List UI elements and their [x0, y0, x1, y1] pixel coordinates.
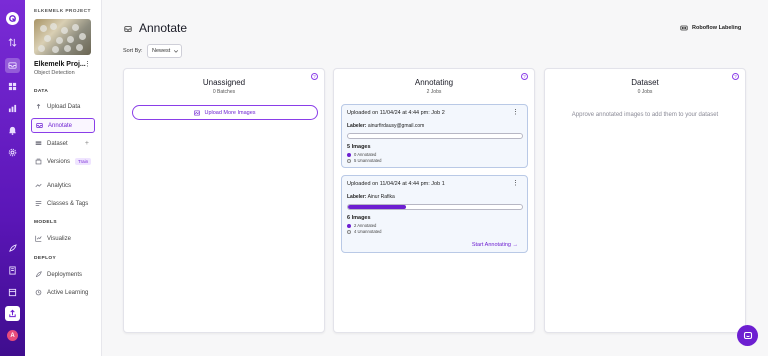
- job-menu-icon[interactable]: ⋮: [512, 179, 519, 187]
- roboflow-labeling-button[interactable]: Roboflow Labeling: [680, 24, 741, 32]
- job-progress-bar: [347, 133, 523, 139]
- add-dataset-icon[interactable]: +: [85, 140, 89, 147]
- sidebar-item-label: Active Learning: [47, 289, 89, 296]
- train-badge: Train: [75, 158, 92, 165]
- sort-label: Sort By:: [123, 48, 143, 54]
- analytics-icon: [35, 183, 42, 188]
- sidebar-item-label: Dataset: [47, 140, 68, 147]
- sidebar-item-visualize[interactable]: Visualize: [31, 231, 95, 246]
- app-rail: A: [0, 0, 25, 356]
- sidebar-item-label: Deployments: [47, 271, 83, 278]
- chart-icon[interactable]: [5, 101, 20, 116]
- sidebar-item-label: Annotate: [48, 122, 73, 129]
- annotate-title-icon: [124, 26, 132, 32]
- tags-icon: [35, 201, 42, 206]
- sidebar-item-upload-data[interactable]: Upload Data: [31, 99, 95, 114]
- settings-icon[interactable]: [5, 145, 20, 160]
- sidebar-item-label: Upload Data: [47, 103, 81, 110]
- upload-more-images-label: Upload More Images: [204, 109, 256, 116]
- section-data: DATA: [34, 89, 49, 94]
- project-thumbnail[interactable]: [34, 19, 91, 55]
- user-avatar[interactable]: A: [7, 330, 18, 341]
- section-models: MODELS: [34, 220, 57, 225]
- chat-button[interactable]: [737, 325, 758, 346]
- upload-icon: [36, 103, 41, 109]
- project-label: ELKEMELK PROJECT: [34, 9, 91, 14]
- visualize-icon: [35, 235, 42, 242]
- job-title: Uploaded on 11/04/24 at 4:44 pm: Job 1: [347, 181, 445, 187]
- annotate-icon: [36, 123, 43, 128]
- job-image-count: 6 Images: [347, 215, 371, 221]
- deployments-icon: [35, 271, 42, 278]
- project-type: Object Detection: [34, 70, 75, 76]
- versions-icon: [35, 158, 42, 165]
- image-icon: [194, 110, 201, 115]
- legend-annotated: 0 Annotated: [347, 152, 376, 157]
- active-learning-icon: [35, 289, 42, 296]
- column-annotating: ? Annotating 2 Jobs Uploaded on 11/04/24…: [333, 68, 535, 333]
- dataset-icon: [35, 141, 42, 145]
- start-annotating-link[interactable]: Start Annotating →: [472, 242, 518, 248]
- sidebar-item-annotate[interactable]: Annotate: [31, 118, 95, 133]
- sort-value: Newest: [152, 48, 171, 54]
- job-card[interactable]: Uploaded on 11/04/24 at 4:44 pm: Job 2 ⋮…: [341, 104, 528, 168]
- sidebar-item-label: Analytics: [47, 182, 72, 189]
- sidebar-item-dataset[interactable]: Dataset +: [31, 136, 95, 151]
- roboflow-logo-icon[interactable]: [6, 12, 19, 25]
- project-sidebar: ELKEMELK PROJECT Elkemelk Proj... ⋮ Obje…: [25, 0, 102, 356]
- column-subtitle: 0 Jobs: [637, 89, 653, 95]
- legend-unannotated: 5 Unannotated: [347, 158, 381, 163]
- sidebar-item-active-learning[interactable]: Active Learning: [31, 285, 95, 300]
- dataset-empty-message: Approve annotated images to add them to …: [571, 112, 719, 118]
- book-icon[interactable]: [5, 263, 20, 278]
- job-menu-icon[interactable]: ⋮: [512, 108, 519, 116]
- sidebar-item-versions[interactable]: Versions Train: [31, 154, 95, 169]
- bell-icon[interactable]: [5, 123, 20, 138]
- rocket-icon[interactable]: [5, 241, 20, 256]
- column-subtitle: 0 Batches: [212, 89, 236, 95]
- job-card[interactable]: Uploaded on 11/04/24 at 4:44 pm: Job 1 ⋮…: [341, 175, 528, 253]
- page-title: Annotate: [139, 21, 188, 35]
- sort-select[interactable]: Newest: [147, 44, 182, 58]
- job-labeler: Labeler: Ainur Rafika: [347, 194, 395, 200]
- roboflow-labeling-label: Roboflow Labeling: [692, 25, 742, 31]
- project-menu-icon[interactable]: ⋮: [84, 60, 91, 68]
- job-image-count: 5 Images: [347, 144, 371, 150]
- section-deploy: DEPLOY: [34, 256, 57, 261]
- sidebar-item-label: Versions: [47, 158, 71, 165]
- sidebar-item-deployments[interactable]: Deployments: [31, 267, 95, 282]
- grid-icon[interactable]: [5, 79, 20, 94]
- job-progress-fill: [348, 205, 406, 209]
- inbox-icon[interactable]: [5, 58, 20, 73]
- chevron-down-icon: [174, 50, 179, 53]
- swap-icon[interactable]: [5, 35, 20, 50]
- legend-annotated: 2 Annotated: [347, 223, 376, 228]
- job-title: Uploaded on 11/04/24 at 4:44 pm: Job 2: [347, 110, 445, 116]
- column-title: Dataset: [631, 78, 659, 87]
- sidebar-item-classes-tags[interactable]: Classes & Tags: [31, 196, 95, 211]
- sidebar-item-label: Classes & Tags: [47, 200, 89, 207]
- chat-icon: [743, 331, 752, 339]
- column-title: Annotating: [414, 78, 454, 87]
- job-labeler: Labeler: ainurfirdausy@gmail.com: [347, 123, 425, 129]
- upload-icon[interactable]: [5, 306, 20, 321]
- column-title: Unassigned: [202, 78, 246, 87]
- labeling-icon: [680, 25, 688, 31]
- upload-more-images-button[interactable]: Upload More Images: [132, 105, 318, 120]
- docs-icon[interactable]: [5, 285, 20, 300]
- sidebar-item-analytics[interactable]: Analytics: [31, 178, 95, 193]
- column-subtitle: 2 Jobs: [426, 89, 442, 95]
- column-unassigned: ? Unassigned 0 Batches Upload More Image…: [123, 68, 325, 333]
- sidebar-item-label: Visualize: [47, 235, 71, 242]
- project-name[interactable]: Elkemelk Proj...: [34, 61, 86, 68]
- column-dataset: ? Dataset 0 Jobs Approve annotated image…: [544, 68, 746, 333]
- legend-unannotated: 4 Unannotated: [347, 229, 381, 234]
- job-progress-bar: [347, 204, 523, 210]
